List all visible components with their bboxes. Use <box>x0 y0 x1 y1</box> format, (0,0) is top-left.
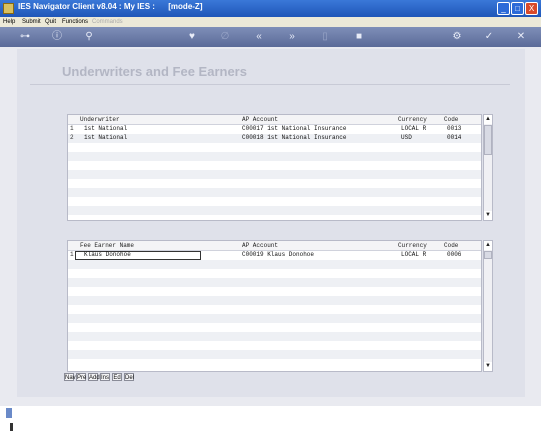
underwriter-cell[interactable]: 1st National <box>84 125 127 132</box>
currency-cell[interactable]: LOCAL R <box>401 125 426 132</box>
title-divider <box>30 84 510 85</box>
link-icon[interactable]: ∅ <box>218 31 232 43</box>
empty-row[interactable] <box>68 323 481 332</box>
underwriter-grid: Underwriter AP Account Currency Code 1 1… <box>67 114 482 221</box>
row-number: 2 <box>70 134 74 141</box>
col-ap-account[interactable]: AP Account <box>242 242 278 249</box>
menu-bar: Help Submit Quit Functions Commands <box>0 17 541 27</box>
minimize-button[interactable]: _ <box>497 2 510 15</box>
scroll-down-icon[interactable]: ▼ <box>484 211 492 220</box>
empty-row[interactable] <box>68 350 481 359</box>
col-currency[interactable]: Currency <box>398 116 427 123</box>
code-cell[interactable]: 0006 <box>447 251 461 258</box>
col-underwriter[interactable]: Underwriter <box>80 116 120 123</box>
search-icon[interactable]: ⚲ <box>82 31 96 43</box>
app-icon <box>3 3 14 14</box>
menu-commands[interactable]: Commands <box>92 19 123 25</box>
edit-button[interactable]: Ed <box>112 373 122 381</box>
empty-row[interactable] <box>68 287 481 296</box>
fee-earner-grid: Fee Earner Name AP Account Currency Code… <box>67 240 482 372</box>
empty-row[interactable] <box>68 179 481 188</box>
col-ap-account[interactable]: AP Account <box>242 116 278 123</box>
table-row[interactable]: 2 1st National C00018 1st National Insur… <box>68 134 481 143</box>
row-number: 1 <box>70 125 74 132</box>
empty-row[interactable] <box>68 143 481 152</box>
document-icon[interactable]: ▯ <box>318 31 332 43</box>
window-title: IES Navigator Client v8.04 : My IES : [m… <box>18 2 203 11</box>
title-bar: IES Navigator Client v8.04 : My IES : [m… <box>0 0 541 17</box>
currency-cell[interactable]: USD <box>401 134 412 141</box>
empty-row[interactable] <box>68 260 481 269</box>
empty-row[interactable] <box>68 305 481 314</box>
empty-row[interactable] <box>68 197 481 206</box>
empty-row[interactable] <box>68 161 481 170</box>
col-currency[interactable]: Currency <box>398 242 427 249</box>
scroll-up-icon[interactable]: ▲ <box>484 115 492 124</box>
empty-row[interactable] <box>68 296 481 305</box>
empty-row[interactable] <box>68 188 481 197</box>
underwriter-scrollbar[interactable]: ▲ ▼ <box>483 114 493 221</box>
ap-account-cell[interactable]: C00019 Klaus Donohoe <box>242 251 314 258</box>
menu-help[interactable]: Help <box>3 19 15 25</box>
key-icon[interactable]: ⊶ <box>12 31 38 43</box>
scroll-up-icon[interactable]: ▲ <box>484 241 492 250</box>
nav-button[interactable]: Nav <box>64 373 76 381</box>
toolbar: ⊶ ⓘ ⚲ ♥ ∅ « » ▯ ■ ⚙ ✓ ✕ <box>0 27 541 47</box>
scroll-thumb[interactable] <box>484 125 492 155</box>
heart-icon[interactable]: ♥ <box>185 31 199 43</box>
ap-account-cell[interactable]: C00017 1st National Insurance <box>242 125 346 132</box>
insert-button[interactable]: Ins <box>100 373 110 381</box>
delete-icon[interactable]: ■ <box>352 31 366 43</box>
side-indicator <box>10 423 13 431</box>
app-window: IES Navigator Client v8.04 : My IES : [m… <box>0 0 541 431</box>
side-tab-marker <box>6 408 12 418</box>
col-fee-earner-name[interactable]: Fee Earner Name <box>80 242 134 249</box>
table-row[interactable]: 1 Klaus Donohoe C00019 Klaus Donohoe LOC… <box>68 251 481 260</box>
left-strip <box>0 47 17 431</box>
confirm-icon[interactable]: ✓ <box>482 31 496 43</box>
rewind-icon[interactable]: « <box>252 31 266 43</box>
close-button[interactable]: X <box>525 2 538 15</box>
table-row[interactable]: 1 1st National C00017 1st National Insur… <box>68 125 481 134</box>
empty-row[interactable] <box>68 332 481 341</box>
code-cell[interactable]: 0014 <box>447 134 461 141</box>
empty-row[interactable] <box>68 170 481 179</box>
code-cell[interactable]: 0013 <box>447 125 461 132</box>
cancel-icon[interactable]: ✕ <box>514 31 528 43</box>
page-title: Underwriters and Fee Earners <box>62 64 247 79</box>
scroll-thumb[interactable] <box>484 251 492 259</box>
menu-quit[interactable]: Quit <box>45 19 56 25</box>
row-number: 1 <box>70 251 74 258</box>
previous-button[interactable]: Pre <box>76 373 86 381</box>
grid-header: Fee Earner Name AP Account Currency Code <box>68 241 481 251</box>
fee-earner-scrollbar[interactable]: ▲ ▼ <box>483 240 493 372</box>
currency-cell[interactable]: LOCAL R <box>401 251 426 258</box>
col-code[interactable]: Code <box>444 116 458 123</box>
add-button[interactable]: Add <box>88 373 100 381</box>
empty-row[interactable] <box>68 278 481 287</box>
underwriter-cell[interactable]: 1st National <box>84 134 127 141</box>
fast-forward-icon[interactable]: » <box>285 31 299 43</box>
scroll-down-icon[interactable]: ▼ <box>484 362 492 371</box>
empty-row[interactable] <box>68 314 481 323</box>
empty-row[interactable] <box>68 359 481 368</box>
empty-row[interactable] <box>68 341 481 350</box>
info-icon[interactable]: ⓘ <box>50 31 64 43</box>
settings-icon[interactable]: ⚙ <box>450 31 464 43</box>
empty-row[interactable] <box>68 206 481 215</box>
delete-button[interactable]: Del <box>124 373 134 381</box>
empty-row[interactable] <box>68 152 481 161</box>
col-code[interactable]: Code <box>444 242 458 249</box>
maximize-button[interactable]: □ <box>511 2 524 15</box>
menu-submit[interactable]: Submit <box>22 19 41 25</box>
fee-earner-cell[interactable]: Klaus Donohoe <box>84 251 131 258</box>
empty-row[interactable] <box>68 269 481 278</box>
ap-account-cell[interactable]: C00018 1st National Insurance <box>242 134 346 141</box>
menu-functions[interactable]: Functions <box>62 19 88 25</box>
grid-header: Underwriter AP Account Currency Code <box>68 115 481 125</box>
